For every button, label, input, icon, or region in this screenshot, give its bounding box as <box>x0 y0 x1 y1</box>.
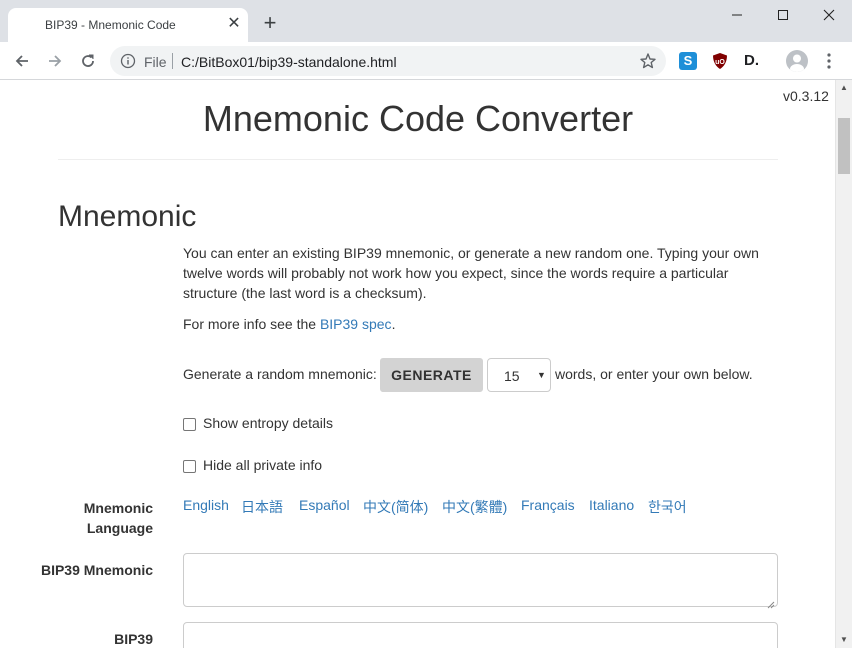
title-divider <box>58 159 778 160</box>
generate-row: Generate a random mnemonic: GENERATE 15 … <box>183 358 783 392</box>
word-count-value: 15 <box>504 368 520 384</box>
language-link-spanish[interactable]: Español <box>299 497 350 513</box>
bookmark-star-icon[interactable] <box>639 52 657 70</box>
d-extension-icon[interactable]: D. <box>744 52 762 70</box>
browser-menu-icon[interactable] <box>820 51 838 71</box>
scroll-up-icon[interactable]: ▲ <box>836 80 852 96</box>
language-link-english[interactable]: English <box>183 497 229 513</box>
reload-icon[interactable] <box>76 49 100 73</box>
page-viewport: v0.3.12 Mnemonic Code Converter Mnemonic… <box>0 80 835 648</box>
hide-private-checkbox[interactable] <box>183 460 196 473</box>
language-link-italian[interactable]: Italiano <box>589 497 634 513</box>
language-link-chinese-traditional[interactable]: 中文(繁體) <box>442 497 507 517</box>
scroll-down-icon[interactable]: ▼ <box>836 632 852 648</box>
bip39-mnemonic-label: BIP39 Mnemonic <box>40 562 153 578</box>
section-title-mnemonic: Mnemonic <box>58 200 197 233</box>
bip39-next-field[interactable] <box>183 622 778 648</box>
show-entropy-checkbox[interactable] <box>183 418 196 431</box>
language-link-japanese[interactable]: 日本語 <box>241 497 283 517</box>
ublock-icon[interactable]: uO <box>711 52 729 70</box>
mnemonic-language-label: Mnemonic Language <box>83 500 153 536</box>
url-text[interactable]: C:/BitBox01/bip39-standalone.html <box>181 54 397 70</box>
language-link-korean[interactable]: 한국어 <box>648 497 687 517</box>
word-count-select[interactable]: 15 ▼ <box>487 358 551 392</box>
generate-label: Generate a random mnemonic: <box>183 366 377 382</box>
profile-avatar-icon[interactable] <box>786 50 808 72</box>
hide-private-label[interactable]: Hide all private info <box>203 457 322 473</box>
svg-text:uO: uO <box>715 59 725 66</box>
language-link-french[interactable]: Français <box>521 497 575 513</box>
more-info-prefix: For more info see the <box>183 316 320 332</box>
s-extension-icon[interactable]: S <box>679 52 697 70</box>
dropdown-arrow-icon: ▼ <box>537 370 546 380</box>
language-link-chinese-simplified[interactable]: 中文(简体) <box>363 497 428 517</box>
bip39-mnemonic-textarea[interactable] <box>183 553 778 609</box>
address-bar[interactable]: File C:/BitBox01/bip39-standalone.html <box>110 46 666 76</box>
maximize-icon[interactable] <box>760 0 806 30</box>
forward-icon[interactable] <box>43 49 67 73</box>
generate-suffix: words, or enter your own below. <box>555 366 753 382</box>
tab-close-icon[interactable]: ✕ <box>225 15 243 33</box>
resize-grip-icon[interactable] <box>767 596 775 609</box>
title-bar: BIP39 - Mnemonic Code ✕ + <box>0 0 852 42</box>
browser-tab[interactable]: BIP39 - Mnemonic Code ✕ <box>8 8 248 42</box>
close-window-icon[interactable] <box>806 0 852 30</box>
show-entropy-label[interactable]: Show entropy details <box>203 415 333 431</box>
page-scrollbar[interactable]: ▲ ▼ <box>835 80 852 648</box>
generate-button[interactable]: GENERATE <box>380 358 483 392</box>
browser-toolbar: File C:/BitBox01/bip39-standalone.html S… <box>0 42 852 80</box>
intro-text: You can enter an existing BIP39 mnemonic… <box>183 245 759 301</box>
page-title: Mnemonic Code Converter <box>202 98 634 139</box>
omnibox-divider <box>172 53 173 69</box>
bip39-spec-link[interactable]: BIP39 spec <box>320 316 392 332</box>
more-info-text: For more info see the BIP39 spec. <box>183 314 395 334</box>
back-icon[interactable] <box>10 49 34 73</box>
new-tab-icon[interactable]: + <box>258 11 282 35</box>
scrollbar-thumb[interactable] <box>838 118 850 174</box>
more-info-suffix: . <box>391 316 396 332</box>
bip39-next-label: BIP39 <box>114 631 153 647</box>
url-scheme-label: File <box>144 54 167 70</box>
minimize-icon[interactable] <box>714 0 760 30</box>
tab-title: BIP39 - Mnemonic Code <box>45 18 176 32</box>
version-label: v0.3.12 <box>783 88 829 104</box>
info-icon[interactable] <box>120 53 136 69</box>
